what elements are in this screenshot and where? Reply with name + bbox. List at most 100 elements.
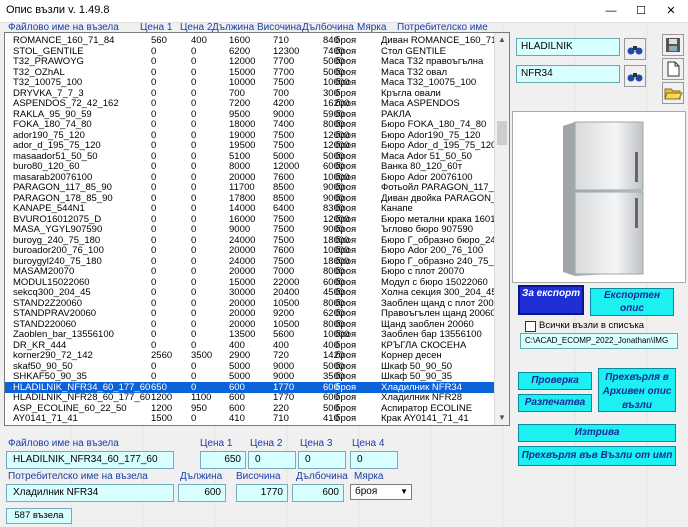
delete-button[interactable]: Изтрива (518, 424, 676, 442)
find-username-button[interactable] (624, 65, 646, 87)
table-cell: 0 (151, 150, 157, 162)
table-row[interactable]: RAKLA_95_90_59 0 0 9500 9000 5900 броя РАКЛА (5, 109, 495, 120)
scroll-thumb[interactable] (497, 121, 507, 145)
export-list-button[interactable]: Експортен опис (590, 288, 674, 316)
table-row[interactable]: ador190_75_120 0 0 19000 7500 12000 броя Бюро A… (5, 130, 495, 141)
table-row[interactable]: masaador51_50_50 0 0 5100 5000 5000 броя Маса A… (5, 151, 495, 162)
close-button[interactable]: ✕ (656, 0, 686, 22)
for-export-button[interactable]: За експорт (518, 285, 584, 315)
table-row[interactable]: HLADILNIK_NFR28_60_177_60 1200 1100 600 1770… (5, 392, 495, 403)
table-row[interactable]: masarab20076100 0 0 20000 7600 10000 броя Бюро … (5, 172, 495, 183)
table-cell: броя (335, 171, 357, 183)
table-row[interactable]: BVURO16012075_D 0 0 16000 7500 12000 броя Бюро … (5, 214, 495, 225)
length-input[interactable]: 600 (178, 484, 226, 502)
minimize-button[interactable]: — (596, 0, 626, 22)
table-row[interactable]: STAND2Z20060 0 0 20000 10500 8000 броя Заоблен … (5, 298, 495, 309)
print-button[interactable]: Разпечатва (518, 394, 592, 412)
table-row[interactable]: ASPENDOS_72_42_162 0 0 7200 4200 16200 броя Мас… (5, 98, 495, 109)
table-row[interactable]: PARAGON_178_85_90 0 0 17800 8500 9000 броя Дива… (5, 193, 495, 204)
table-row[interactable]: sekcq300_204_45 0 0 30000 20400 4500 броя Холна… (5, 287, 495, 298)
scroll-down-icon[interactable]: ▼ (495, 411, 509, 425)
unit-select[interactable]: броя ▼ (350, 484, 412, 500)
table-cell: 0 (151, 161, 157, 172)
save-button[interactable] (662, 34, 684, 56)
nodes-list[interactable]: ROMANCE_160_71_84 560 400 1600 710 840 броя Див… (4, 32, 510, 426)
table-row[interactable]: HLADILNIK_NFR34_60_177_60 650 0 600 1770 600 б… (5, 381, 495, 393)
maximize-button[interactable]: ☐ (626, 0, 656, 22)
table-row[interactable]: STOL_GENTILE 0 0 6200 12300 7400 броя Стол GENT… (5, 46, 495, 57)
table-row[interactable]: T32_OZhAL 0 0 15000 7700 5000 броя Маса Т32 ова… (5, 67, 495, 78)
table-row[interactable]: KANAPE_544N1 0 0 14000 6400 8300 броя Канапе (5, 203, 495, 214)
table-row[interactable]: AY0141_71_41 1500 0 410 710 410 броя Крак AY014… (5, 413, 495, 424)
new-button[interactable] (662, 58, 684, 80)
table-row[interactable]: Zaoblen_bar_13556100 0 0 13500 5600 10000 броя… (5, 329, 495, 340)
table-row[interactable]: ROMANCE_160_71_84 560 400 1600 710 840 броя Див… (5, 35, 495, 46)
table-row[interactable]: MASAM20070 0 0 20000 7000 8000 броя Бюро с плот… (5, 266, 495, 277)
table-cell: 400 (191, 35, 207, 46)
all-nodes-checkbox[interactable] (525, 321, 536, 332)
open-button[interactable] (662, 82, 684, 104)
table-row[interactable]: T32_10075_100 0 0 10000 7500 10000 броя Маса Т3… (5, 77, 495, 88)
table-cell: 0 (191, 192, 197, 204)
table-cell: 600 (229, 402, 245, 414)
table-cell: 9000 (273, 371, 295, 382)
search-name-input[interactable]: HLADILNIK (516, 38, 620, 56)
images-path-field[interactable]: C:\ACAD_ECOMP_2022_Jonathan\IMG (520, 333, 678, 349)
search-username-input[interactable]: NFR34 (516, 65, 620, 83)
move-to-import-nodes-button[interactable]: Прехвърля във Възли от имп (518, 446, 676, 466)
table-row[interactable]: buroador200_76_100 0 0 20000 7600 10000 броя Бю… (5, 245, 495, 256)
table-row[interactable]: ASP_ECOLINE_60_22_50 1200 950 600 220 500 броя… (5, 403, 495, 414)
table-cell: Шкаф 50_90_50 (381, 360, 453, 372)
table-row[interactable]: PARAGON_117_85_90 0 0 11700 8500 9000 броя Фоть… (5, 182, 495, 193)
unit-select-value: броя (355, 486, 378, 497)
table-cell: buroygyl240_75_180 (13, 255, 102, 267)
price3-input[interactable]: 0 (298, 451, 346, 469)
file-name-input[interactable]: HLADILNIK_NFR34_60_177_60 (6, 451, 174, 469)
table-row[interactable]: buroygyl240_75_180 0 0 24000 7500 18000 броя Бю… (5, 256, 495, 267)
table-row[interactable]: MASA_YGYL907590 0 0 9000 7500 9000 броя Ъглово … (5, 224, 495, 235)
table-row[interactable]: STANDPRAV20060 0 0 20000 9200 6200 броя Правоъг… (5, 308, 495, 319)
table-cell: броя (335, 203, 357, 214)
table-row[interactable]: SHKAF50_90_35 0 0 5000 9000 3500 броя Шкаф 50_9… (5, 371, 495, 382)
price1-input[interactable]: 650 (200, 451, 246, 469)
check-button[interactable]: Проверка (518, 372, 592, 390)
list-scrollbar[interactable]: ▲ ▼ (494, 33, 509, 425)
table-cell: 0 (191, 129, 197, 141)
table-row[interactable]: ador_d_195_75_120 0 0 19500 7500 12000 броя Бюр… (5, 140, 495, 151)
table-cell: 0 (151, 276, 157, 288)
price2-input[interactable]: 0 (248, 451, 296, 469)
scroll-up-icon[interactable]: ▲ (495, 33, 509, 47)
table-row[interactable]: T32_PRAWOYG 0 0 12000 7700 5000 броя Маса Т32 п… (5, 56, 495, 67)
table-row[interactable]: DR_KR_444 0 0 400 400 400 броя КРЪГЛА СКОСЕНА (5, 340, 495, 351)
table-cell: 600 (229, 381, 245, 393)
table-row[interactable]: DRYVKA_7_7_3 0 0 700 700 300 броя Кръгла овали (5, 88, 495, 99)
height-input[interactable]: 1770 (236, 484, 288, 502)
table-row[interactable]: buroyg_240_75_180 0 0 24000 7500 18000 броя Бюр… (5, 235, 495, 246)
table-cell: 20400 (273, 287, 300, 298)
user-name-input[interactable]: Хладилник NFR34 (6, 484, 174, 502)
table-row[interactable]: skaf50_90_50 0 0 5000 9000 5000 броя Шкаф 50_90… (5, 361, 495, 372)
table-row[interactable]: buro80_120_60 0 0 8000 12000 6000 броя Ванка 80… (5, 161, 495, 172)
table-cell: 0 (191, 171, 197, 183)
table-cell: броя (335, 266, 357, 277)
table-row[interactable]: MODUL15022060 0 0 15000 22000 6000 броя Модул с… (5, 277, 495, 288)
table-cell: 0 (191, 276, 197, 288)
table-cell: 7700 (273, 66, 295, 78)
table-cell: SHKAF50_90_35 (13, 371, 87, 382)
table-cell: 720 (273, 350, 289, 361)
move-to-archive-button[interactable]: Прехвърля в Архивен опис възли (598, 368, 676, 412)
table-row[interactable]: korner290_72_142 2560 3500 2900 720 1420 броя К… (5, 350, 495, 361)
table-cell: броя (335, 329, 357, 340)
table-row[interactable]: FOKA_180_74_80 0 0 18000 7400 8000 броя Бюро FO… (5, 119, 495, 130)
table-cell: 0 (191, 339, 197, 351)
folder-open-icon (664, 88, 683, 100)
table-cell: 0 (191, 119, 197, 130)
price4-input[interactable]: 0 (350, 451, 398, 469)
depth-input[interactable]: 600 (292, 484, 344, 502)
table-cell: STANDPRAV20060 (13, 308, 97, 319)
table-cell: 0 (191, 150, 197, 162)
table-cell: 7500 (273, 129, 295, 141)
table-row[interactable]: STAND220060 0 0 20000 10500 8000 броя Щанд заоб… (5, 319, 495, 330)
find-name-button[interactable] (624, 38, 646, 60)
table-cell: 7400 (273, 119, 295, 130)
